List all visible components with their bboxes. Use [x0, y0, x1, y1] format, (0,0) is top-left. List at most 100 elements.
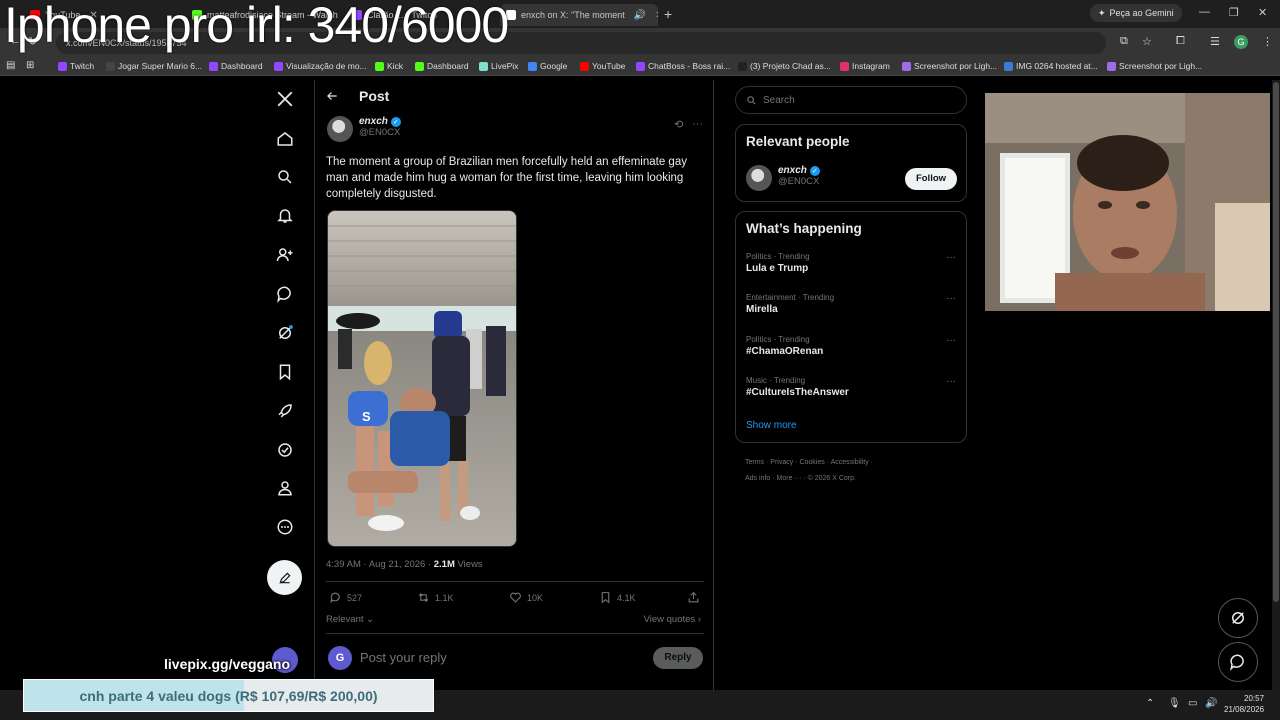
reply-button[interactable]: Reply	[653, 647, 703, 669]
verified-badge-icon: ✓	[390, 116, 401, 127]
bookmark-item[interactable]: Screenshot por Ligh...	[902, 61, 997, 71]
post-video[interactable]: S	[327, 210, 517, 547]
post-author[interactable]: enxch ✓ @EN0CX	[327, 116, 401, 142]
search-input[interactable]: Search	[735, 86, 967, 114]
trend-name: #CultureIsTheAnswer	[746, 387, 849, 398]
relevant-people-panel: Relevant people enxch ✓ @EN0CX Follow	[735, 124, 967, 202]
bookmark-item[interactable]: Google	[528, 61, 567, 71]
grok-floating-button[interactable]	[1218, 598, 1258, 638]
bookmark-item[interactable]: Dashboard	[209, 61, 263, 71]
reply-sort-dropdown[interactable]: Relevant ⌄	[326, 614, 374, 625]
bookmark-item[interactable]: Jogar Super Mario 6...	[106, 61, 202, 71]
bookmark-favicon-icon	[840, 61, 849, 71]
close-window-icon[interactable]: ✕	[1258, 6, 1267, 19]
profile-avatar[interactable]: G	[1234, 35, 1248, 49]
compose-post-button[interactable]	[267, 560, 302, 595]
reading-list-icon[interactable]: ☰	[1210, 35, 1220, 48]
trend-more-icon[interactable]: ···	[946, 335, 956, 346]
share-action[interactable]	[687, 591, 700, 604]
home-icon[interactable]	[264, 124, 306, 154]
show-more-link[interactable]: Show more	[746, 420, 797, 431]
bookmark-item[interactable]: Visualização de mo...	[274, 61, 367, 71]
bookmark-label: Visualização de mo...	[286, 61, 367, 71]
trend-item[interactable]: Politics · Trending #ChamaORenan ···	[746, 335, 956, 357]
speaker-icon[interactable]: 🔊	[634, 10, 646, 21]
minimize-icon[interactable]: —	[1199, 6, 1210, 18]
bookmark-label: Dashboard	[427, 61, 469, 71]
bookmark-action[interactable]: 4.1K	[599, 591, 636, 604]
grok-explain-icon[interactable]: ⟲	[674, 118, 683, 131]
trend-more-icon[interactable]: ···	[946, 252, 956, 263]
jobs-rocket-icon[interactable]	[264, 396, 306, 426]
like-count: 10K	[527, 592, 544, 603]
chat-icon[interactable]	[264, 279, 306, 309]
like-action[interactable]: 10K	[509, 591, 543, 604]
bookmark-item[interactable]: Twitch	[58, 61, 94, 71]
more-options-icon[interactable]	[264, 512, 306, 542]
bookmark-item[interactable]: LivePix	[479, 61, 518, 71]
cast-icon[interactable]: ⧉	[1120, 35, 1128, 48]
post-more-icon[interactable]: ···	[692, 118, 703, 130]
author-name[interactable]: enxch	[359, 116, 388, 127]
bookmark-item[interactable]: Instagram	[840, 61, 890, 71]
volume-icon[interactable]: 🔊	[1205, 698, 1217, 709]
tab-x-post[interactable]: enxch on X: "The moment 🔊 ✕	[500, 4, 658, 26]
network-icon[interactable]: ▭	[1188, 698, 1197, 709]
new-tab-button[interactable]: +	[664, 6, 672, 22]
reply-action[interactable]: 527	[329, 591, 362, 604]
bookmark-item[interactable]: IMG 0264 hosted at...	[1004, 61, 1098, 71]
scrollbar-thumb[interactable]	[1273, 82, 1279, 602]
explore-search-icon[interactable]	[264, 162, 306, 192]
person-avatar[interactable]	[746, 165, 772, 191]
gemini-button[interactable]: ✦ Peça ao Gemini	[1090, 4, 1182, 22]
person-name[interactable]: enxch	[778, 165, 807, 176]
back-arrow-icon[interactable]	[325, 89, 339, 103]
x-logo-icon[interactable]	[264, 84, 306, 114]
grok-icon[interactable]	[264, 318, 306, 348]
system-clock[interactable]: 20:57 21/08/2026	[1224, 693, 1264, 715]
bookmark-star-icon[interactable]: ☆	[1142, 35, 1152, 48]
repost-action[interactable]: 1.1K	[417, 591, 454, 604]
bookmarks-icon[interactable]	[264, 357, 306, 387]
post-column: Post enxch ✓ @EN0CX ⟲ ··· The moment a g…	[314, 80, 714, 690]
restore-icon[interactable]: ❐	[1229, 6, 1239, 19]
trend-name: Mirella	[746, 304, 778, 315]
trend-item[interactable]: Music · Trending #CultureIsTheAnswer ···	[746, 376, 956, 398]
microphone-icon[interactable]: 🎙	[1168, 698, 1181, 709]
trend-more-icon[interactable]: ···	[946, 376, 956, 387]
premium-verified-icon[interactable]	[264, 435, 306, 465]
apps-grid-icon[interactable]: ⊞	[26, 60, 34, 71]
extensions-icon[interactable]: ⧠	[1176, 35, 1185, 48]
bookmark-item[interactable]: ChatBoss - Boss rai...	[636, 61, 730, 71]
follow-people-icon[interactable]	[264, 240, 306, 270]
menu-icon[interactable]: ⋮	[1262, 35, 1273, 48]
profile-icon[interactable]	[264, 473, 306, 503]
bookmark-item[interactable]: Screenshot por Ligh...	[1107, 61, 1202, 71]
bookmark-item[interactable]: YouTube	[580, 61, 625, 71]
author-handle[interactable]: @EN0CX	[359, 127, 401, 138]
trend-item[interactable]: Entertainment · Trending Mirella ···	[746, 293, 956, 315]
bookmark-item[interactable]: Dashboard	[415, 61, 469, 71]
trend-category: Politics · Trending	[746, 335, 810, 344]
bookmark-favicon-icon	[636, 61, 645, 71]
trend-item[interactable]: Politics · Trending Lula e Trump ···	[746, 252, 956, 274]
footer-links[interactable]: Terms · Privacy · Cookies · Accessibilit…	[745, 459, 873, 466]
close-icon[interactable]: ✕	[655, 10, 658, 21]
bookmark-item[interactable]: Kick	[375, 61, 403, 71]
messages-floating-button[interactable]	[1218, 642, 1258, 682]
search-icon	[747, 95, 756, 105]
follow-button[interactable]: Follow	[905, 168, 957, 190]
post-timestamp[interactable]: 4:39 AM · Aug 21, 2026 ·	[326, 559, 434, 570]
chevron-up-icon[interactable]: ⌃	[1146, 698, 1154, 709]
trend-more-icon[interactable]: ···	[946, 293, 956, 304]
relevant-person[interactable]: enxch ✓ @EN0CX	[746, 165, 820, 191]
notifications-bell-icon[interactable]	[264, 201, 306, 231]
bookmark-folder-icon[interactable]: ▤	[6, 60, 15, 71]
author-avatar[interactable]	[327, 116, 353, 142]
footer-links-2[interactable]: Ads info · More ··· · © 2026 X Corp.	[745, 475, 856, 482]
person-handle[interactable]: @EN0CX	[778, 176, 820, 187]
reply-input[interactable]: Post your reply	[360, 646, 640, 670]
heart-icon	[510, 592, 521, 603]
view-quotes-link[interactable]: View quotes ›	[644, 614, 701, 625]
bookmark-item[interactable]: (3) Projeto Chad as...	[738, 61, 831, 71]
